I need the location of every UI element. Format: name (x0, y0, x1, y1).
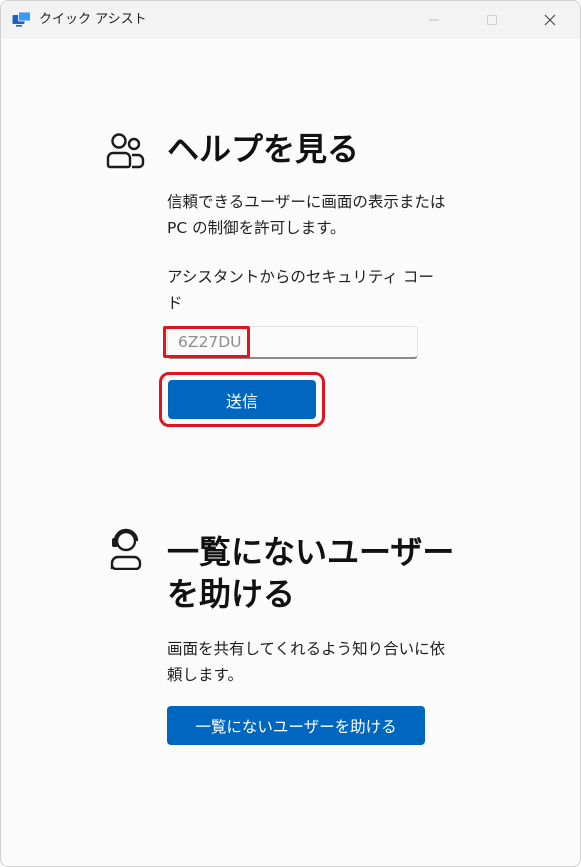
get-help-description: 信頼できるユーザーに画面の表示または PC の制御を許可します。 (167, 193, 446, 237)
window-title: クイック アシスト (39, 12, 147, 27)
quick-assist-window: クイック アシスト ヘルプを見る 信頼できるユーザーに画面の表示または PC の… (0, 0, 581, 867)
minimize-button[interactable] (411, 1, 457, 39)
maximize-icon (486, 11, 498, 30)
security-code-label: アシスタントからのセキュリティ コー ド (167, 268, 434, 312)
help-someone-button[interactable]: 一覧にないユーザーを助ける (167, 706, 425, 745)
help-someone-heading: 一覧にないユーザー を助ける (167, 533, 455, 613)
title-bar: クイック アシスト (1, 1, 580, 39)
get-help-heading: ヘルプを見る (167, 130, 360, 168)
close-icon (544, 11, 556, 30)
person-headset-icon (106, 528, 146, 574)
help-someone-description: 画面を共有してくれるよう知り合いに依 頼します。 (167, 640, 446, 684)
people-icon (105, 131, 147, 175)
quick-assist-icon (12, 11, 32, 29)
submit-highlight-box (159, 372, 325, 427)
minimize-icon (428, 11, 440, 30)
maximize-button[interactable] (469, 1, 515, 39)
close-button[interactable] (527, 1, 573, 39)
code-highlight-box (163, 326, 250, 358)
